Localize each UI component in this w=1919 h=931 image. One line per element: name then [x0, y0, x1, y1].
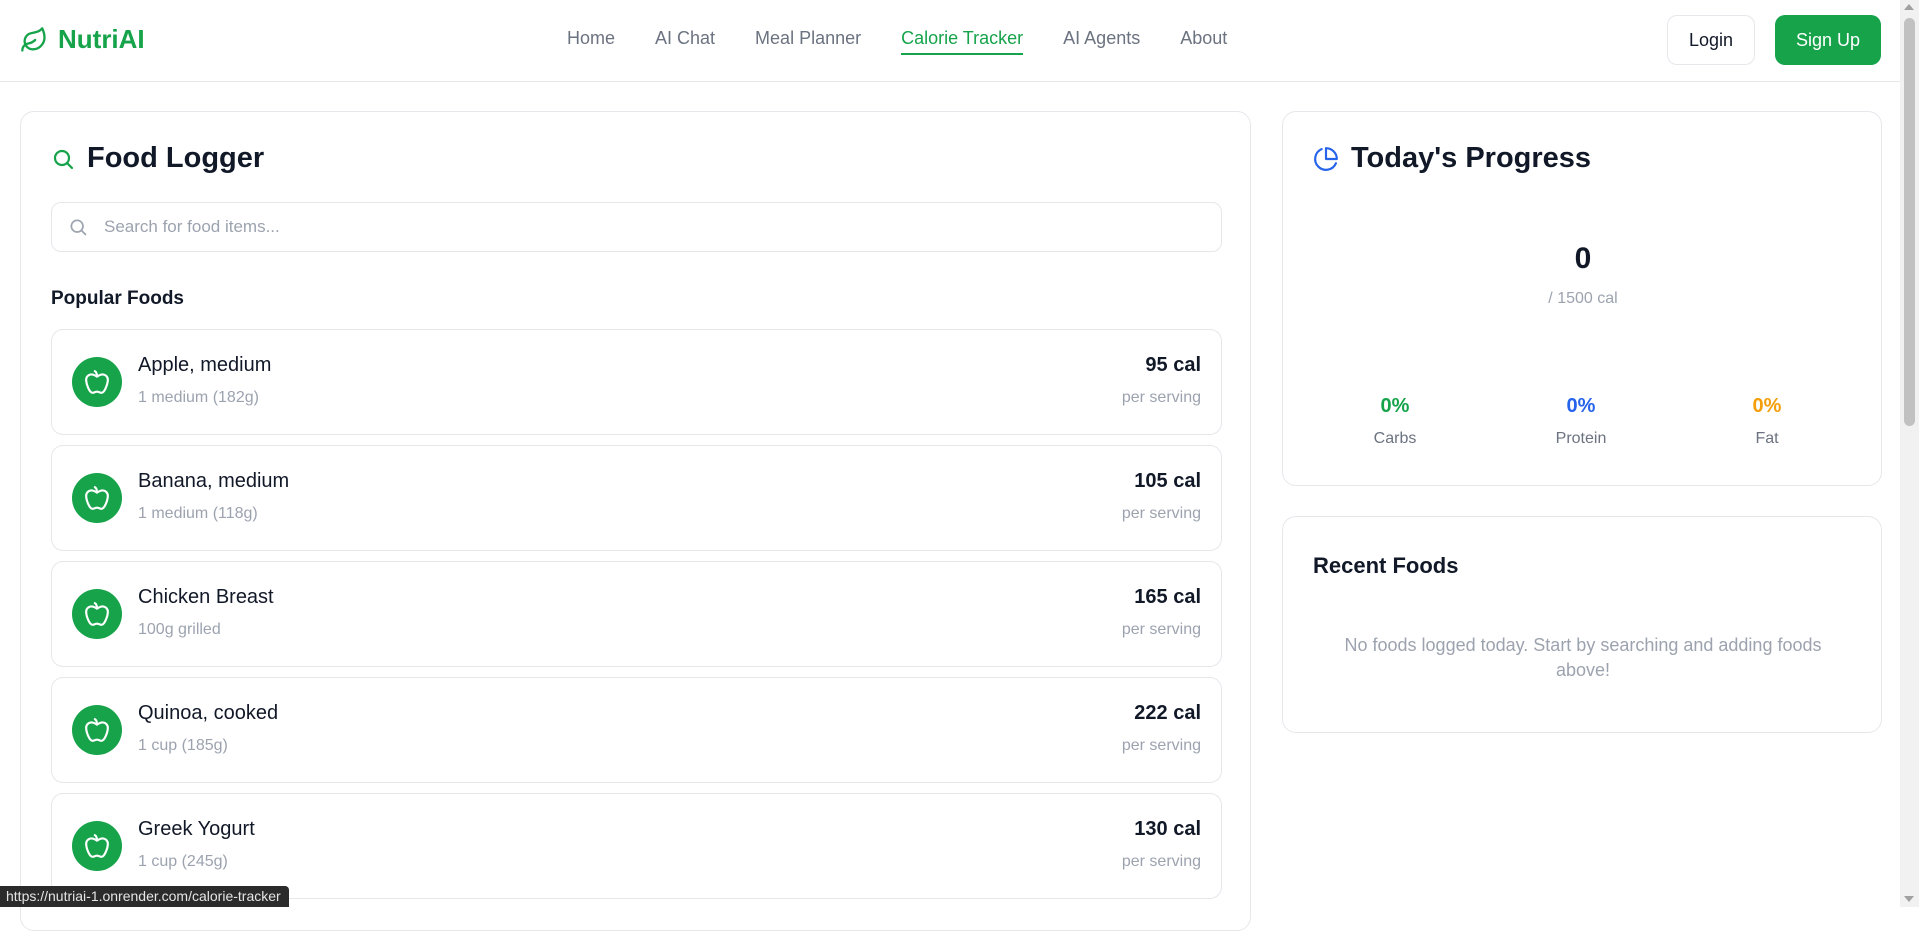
- protein-value: 0%: [1566, 395, 1596, 417]
- recent-foods-empty-message: No foods logged today. Start by searchin…: [1344, 635, 1822, 680]
- apple-icon: [85, 486, 109, 510]
- carbs-value: 0%: [1380, 395, 1410, 417]
- login-button[interactable]: Login: [1667, 15, 1755, 65]
- apple-icon: [85, 718, 109, 742]
- food-name: Banana, medium: [138, 470, 290, 492]
- food-logger-heading: Food Logger: [51, 142, 264, 175]
- popular-foods-list: Apple, medium 1 medium (182g) 95 cal per…: [51, 329, 1222, 909]
- food-item-quinoa[interactable]: Quinoa, cooked 1 cup (185g) 222 cal per …: [51, 677, 1222, 783]
- food-item-apple[interactable]: Apple, medium 1 medium (182g) 95 cal per…: [51, 329, 1222, 435]
- food-search-input[interactable]: [104, 217, 1204, 237]
- nav-ai-chat[interactable]: AI Chat: [655, 28, 715, 55]
- food-item-banana[interactable]: Banana, medium 1 medium (118g) 105 cal p…: [51, 445, 1222, 551]
- recent-foods-card: Recent Foods No foods logged today. Star…: [1282, 516, 1882, 733]
- food-serving: 100g grilled: [138, 621, 221, 638]
- popular-foods-heading: Popular Foods: [51, 288, 184, 309]
- macro-protein: 0% Protein: [1521, 395, 1641, 448]
- food-serving: 1 cup (185g): [138, 737, 228, 754]
- progress-heading: Today's Progress: [1313, 142, 1591, 175]
- food-logger-title: Food Logger: [87, 142, 265, 174]
- calories-consumed: 0: [1574, 242, 1592, 275]
- food-name: Quinoa, cooked: [138, 702, 279, 724]
- food-calories: 222 cal: [1134, 702, 1201, 724]
- food-per-serving: per serving: [1121, 737, 1201, 754]
- nav-about[interactable]: About: [1180, 28, 1227, 55]
- food-avatar: [72, 821, 122, 871]
- protein-label: Protein: [1555, 430, 1607, 447]
- progress-title: Today's Progress: [1351, 142, 1592, 174]
- fat-value: 0%: [1752, 395, 1782, 417]
- main-nav: Home AI Chat Meal Planner Calorie Tracke…: [567, 28, 1227, 55]
- food-item-chicken-breast[interactable]: Chicken Breast 100g grilled 165 cal per …: [51, 561, 1222, 667]
- brand-logo[interactable]: NutriAI: [20, 24, 145, 55]
- food-item-greek-yogurt[interactable]: Greek Yogurt 1 cup (245g) 130 cal per se…: [51, 793, 1222, 899]
- nav-ai-agents[interactable]: AI Agents: [1063, 28, 1140, 55]
- fat-label: Fat: [1755, 430, 1779, 447]
- nav-calorie-tracker[interactable]: Calorie Tracker: [901, 28, 1024, 55]
- leaf-icon: [21, 26, 46, 52]
- food-calories: 165 cal: [1134, 586, 1201, 608]
- food-serving: 1 medium (118g): [138, 505, 258, 522]
- food-per-serving: per serving: [1121, 389, 1201, 406]
- apple-icon: [85, 602, 109, 626]
- recent-foods-title: Recent Foods: [1313, 553, 1459, 578]
- todays-progress-card: Today's Progress 0 / 1500 cal 0% Carbs 0…: [1282, 111, 1882, 486]
- food-name: Greek Yogurt: [138, 818, 255, 840]
- signup-button[interactable]: Sign Up: [1775, 15, 1881, 65]
- food-name: Chicken Breast: [138, 586, 274, 608]
- pie-chart-icon: [1314, 146, 1338, 171]
- food-calories: 95 cal: [1145, 354, 1201, 376]
- apple-icon: [85, 834, 109, 858]
- search-icon: [70, 219, 87, 236]
- scrollbar-thumb[interactable]: [1904, 18, 1915, 426]
- calories-goal: / 1500 cal: [1548, 290, 1618, 307]
- food-calories: 130 cal: [1134, 818, 1201, 840]
- nav-home[interactable]: Home: [567, 28, 615, 55]
- food-per-serving: per serving: [1121, 505, 1201, 522]
- link-preview-url: https://nutriai-1.onrender.com/calorie-t…: [0, 886, 289, 907]
- apple-icon: [85, 370, 109, 394]
- food-logger-card: Food Logger Popular Foods Apple, medium …: [20, 111, 1251, 931]
- brand-name: NutriAI: [58, 24, 145, 54]
- food-per-serving: per serving: [1121, 621, 1201, 638]
- food-avatar: [72, 589, 122, 639]
- food-serving: 1 cup (245g): [138, 853, 228, 870]
- scroll-up-arrow-icon[interactable]: [1904, 4, 1914, 10]
- search-icon: [53, 149, 74, 169]
- macro-fat: 0% Fat: [1707, 395, 1827, 448]
- food-per-serving: per serving: [1121, 853, 1201, 870]
- food-avatar: [72, 705, 122, 755]
- food-avatar: [72, 357, 122, 407]
- top-navbar: NutriAI Home AI Chat Meal Planner Calori…: [0, 0, 1900, 82]
- macro-carbs: 0% Carbs: [1335, 395, 1455, 448]
- food-search-box[interactable]: [51, 202, 1222, 252]
- carbs-label: Carbs: [1373, 430, 1417, 447]
- nav-meal-planner[interactable]: Meal Planner: [755, 28, 861, 55]
- scroll-down-arrow-icon[interactable]: [1904, 896, 1914, 902]
- food-name: Apple, medium: [138, 354, 272, 376]
- food-serving: 1 medium (182g): [138, 389, 259, 406]
- food-avatar: [72, 473, 122, 523]
- food-calories: 105 cal: [1134, 470, 1201, 492]
